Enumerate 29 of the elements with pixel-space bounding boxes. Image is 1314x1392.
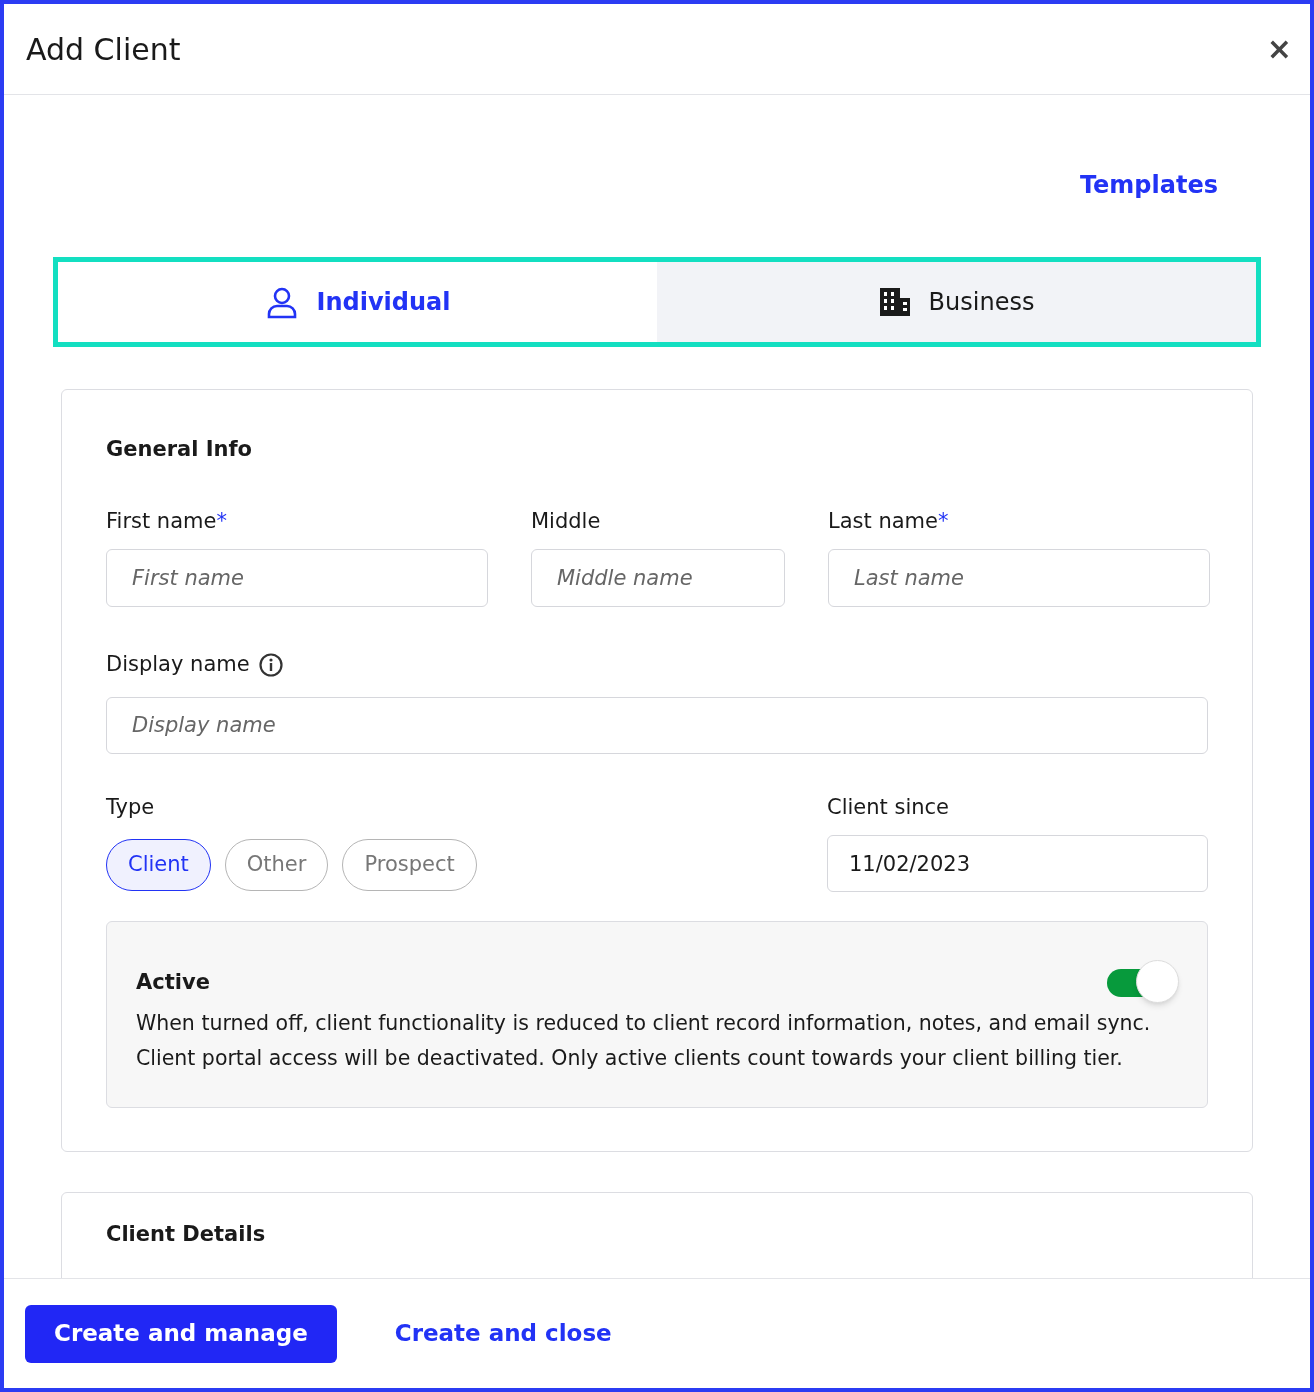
required-mark: * [938, 507, 949, 535]
type-option[interactable]: Prospect [342, 839, 477, 891]
create-and-manage-button[interactable]: Create and manage [25, 1304, 337, 1363]
section-heading: Client Details [106, 1221, 267, 1248]
active-description: When turned off, client functionality is reduced to client record information, notes, and email sync. Client portal access will be deactivated. Only active clients count towards your client billing tier. [136, 1010, 1152, 1072]
info-icon[interactable] [257, 651, 284, 678]
display-name-field[interactable]: Display name [106, 696, 1208, 754]
field-label: First name [106, 507, 217, 535]
field-label: Middle [531, 507, 601, 535]
text-field[interactable]: Last name [828, 549, 1210, 607]
type-option[interactable]: Client [106, 839, 211, 891]
templates-link[interactable]: Templates [1079, 167, 1218, 203]
create-and-close-button[interactable]: Create and close [394, 1316, 612, 1351]
field-label: Client since [827, 793, 951, 821]
text-field[interactable]: Middle name [531, 549, 785, 607]
text-field[interactable]: First name [106, 549, 488, 607]
date-field[interactable]: 11/02/2023 [827, 835, 1208, 892]
tab[interactable]: Business [657, 262, 1256, 342]
field-label: Display name [106, 651, 250, 678]
field-label: Last name [828, 507, 938, 535]
active-toggle[interactable] [1107, 960, 1179, 1000]
close-button[interactable]: × [1266, 34, 1292, 64]
building-icon [878, 286, 911, 318]
required-mark: * [216, 507, 227, 535]
type-option[interactable]: Other [224, 839, 329, 891]
field-label: Type [106, 793, 156, 821]
window-title: Add Client [26, 30, 181, 69]
section-heading: General Info [106, 436, 254, 463]
active-title: Active [136, 969, 210, 997]
